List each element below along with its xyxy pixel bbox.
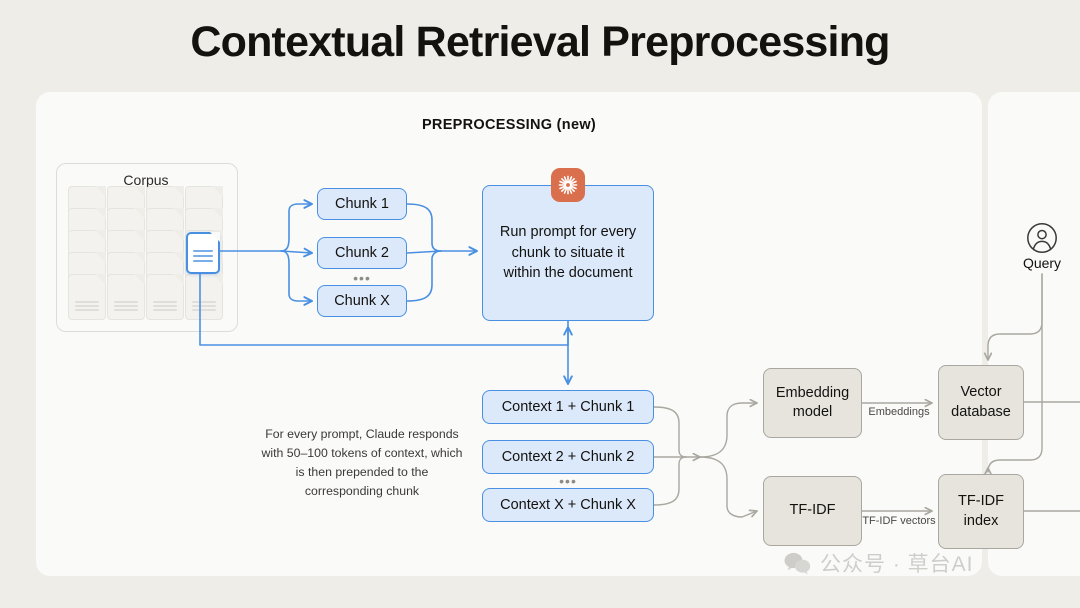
starburst-glyph bbox=[558, 175, 578, 195]
claude-starburst-icon bbox=[551, 168, 585, 202]
diagram-stage: Contextual Retrieval Preprocessing PREPR… bbox=[0, 0, 1080, 608]
edge-label-tfidf-vectors: TF-IDF vectors bbox=[862, 515, 936, 527]
user-avatar-icon bbox=[1026, 222, 1058, 254]
watermark-text: 公众号 · 草台AI bbox=[820, 553, 974, 576]
tfidf-index-node[interactable]: TF-IDF index bbox=[938, 474, 1024, 549]
chunk-node-x[interactable]: Chunk X bbox=[317, 285, 407, 317]
chunk-node-2[interactable]: Chunk 2 bbox=[317, 237, 407, 269]
context-chunk-node-2[interactable]: Context 2 + Chunk 2 bbox=[482, 440, 654, 474]
context-chunk-node-1[interactable]: Context 1 + Chunk 1 bbox=[482, 390, 654, 424]
watermark: 公众号 · 草台AI bbox=[784, 548, 974, 578]
chunk-list-ellipsis: ••• bbox=[353, 270, 371, 286]
edge-label-embeddings: Embeddings bbox=[868, 406, 930, 418]
chunk-node-1[interactable]: Chunk 1 bbox=[317, 188, 407, 220]
prompt-instruction-node[interactable]: Run prompt for every chunk to situate it… bbox=[482, 185, 654, 321]
query-label: Query bbox=[1022, 255, 1062, 271]
wechat-icon bbox=[784, 552, 811, 575]
tfidf-node[interactable]: TF-IDF bbox=[763, 476, 862, 546]
embedding-model-node[interactable]: Embedding model bbox=[763, 368, 862, 438]
context-chunk-node-x[interactable]: Context X + Chunk X bbox=[482, 488, 654, 522]
selected-document-icon[interactable] bbox=[186, 232, 220, 274]
context-list-ellipsis: ••• bbox=[559, 473, 577, 489]
vector-database-node[interactable]: Vector database bbox=[938, 365, 1024, 440]
prepend-explanation-note: For every prompt, Claude responds with 5… bbox=[261, 427, 463, 499]
avatar-glyph bbox=[1027, 223, 1057, 253]
